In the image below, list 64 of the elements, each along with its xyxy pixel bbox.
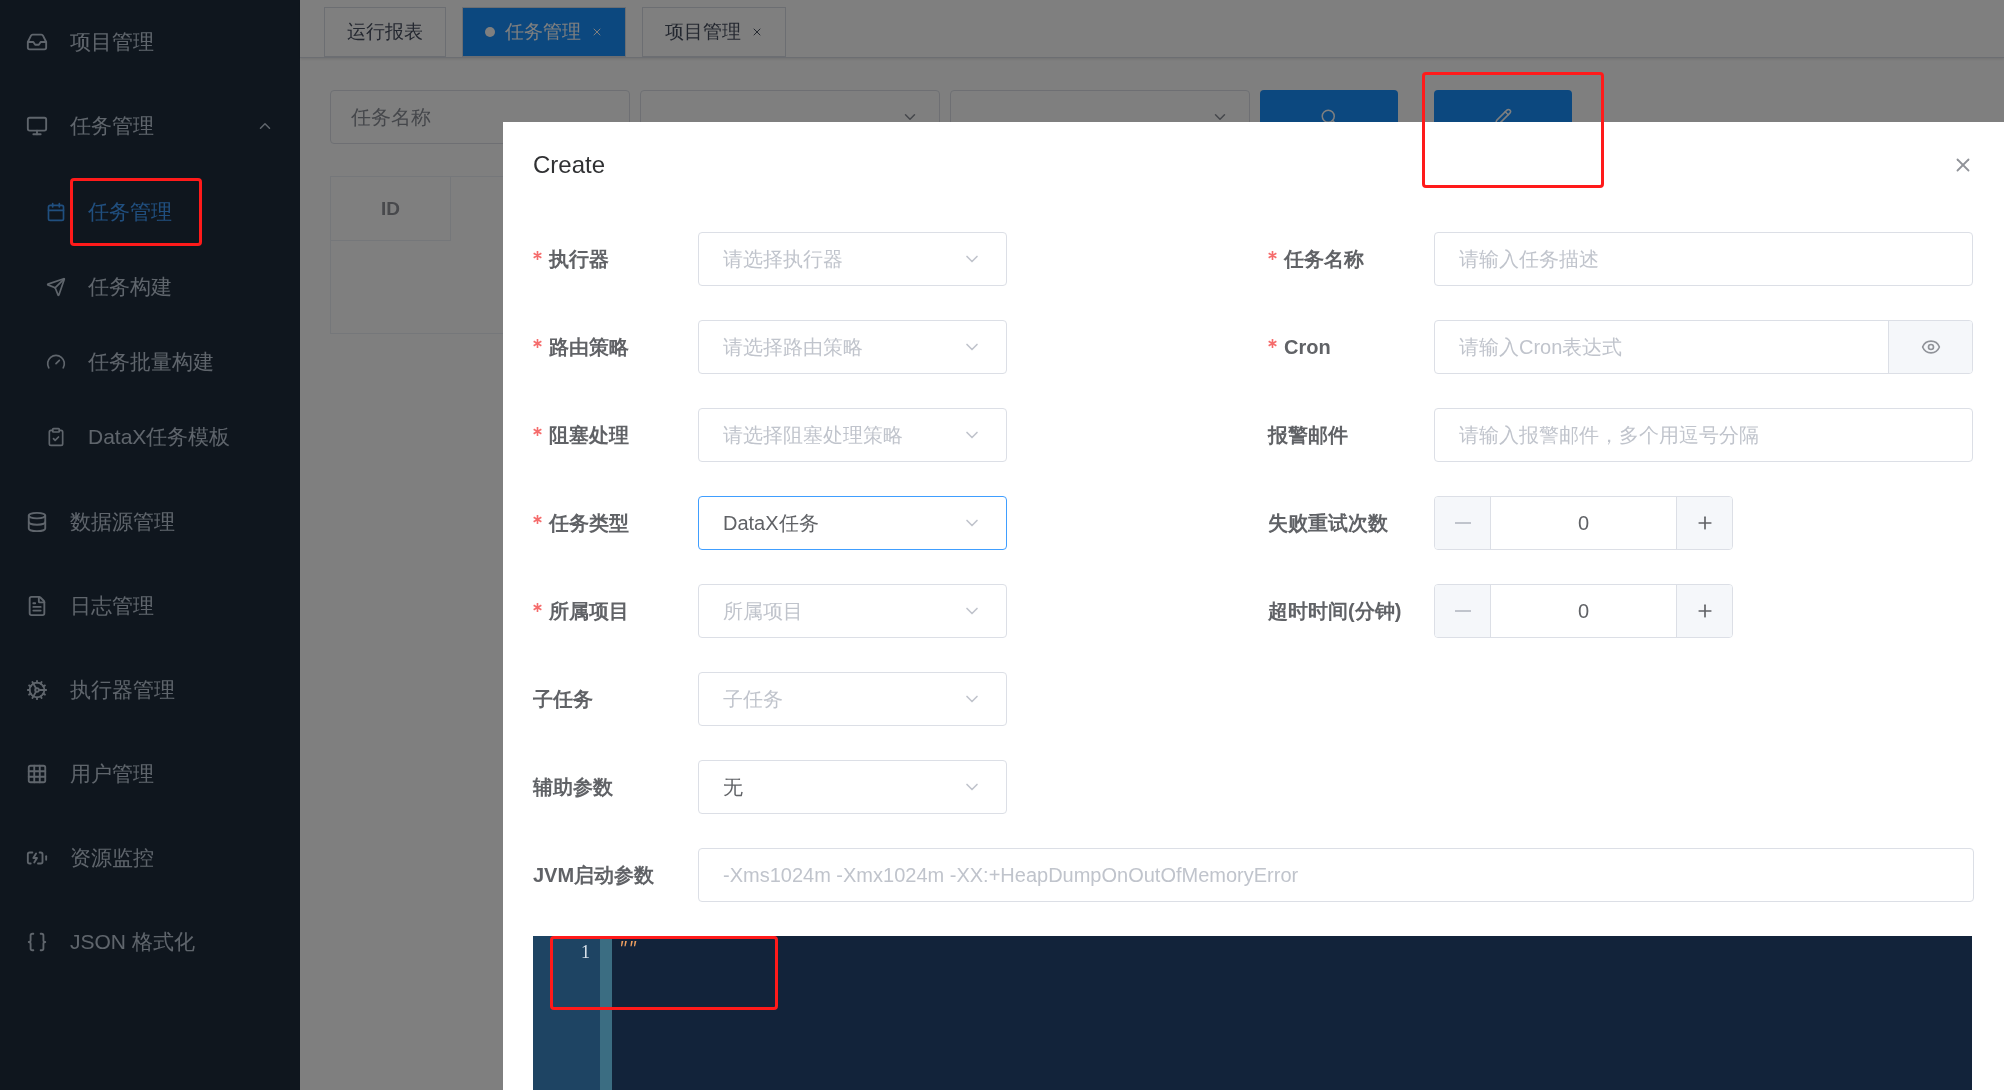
required-icon [533, 426, 542, 436]
menu-item[interactable]: 数据源管理 [0, 480, 300, 564]
select-field[interactable]: 请选择路由策略 [698, 320, 1007, 374]
code-line: "" [617, 939, 639, 960]
required-icon [533, 602, 542, 612]
select-field[interactable]: 无 [698, 760, 1007, 814]
submenu-item[interactable]: 任务批量构建 [0, 324, 300, 399]
tab[interactable]: 运行报表 [324, 7, 446, 57]
menu-item[interactable]: 项目管理 [0, 0, 300, 84]
select-field[interactable]: 请选择执行器 [698, 232, 1007, 286]
required-icon [533, 250, 542, 260]
menu-item[interactable]: 资源监控 [0, 816, 300, 900]
field-label: 辅助参数 [533, 774, 614, 800]
field-label: 路由策略 [533, 333, 698, 361]
field-label: JVM启动参数 [533, 862, 656, 888]
monitor-icon [26, 115, 48, 137]
select-field[interactable]: 请选择阻塞处理策略 [698, 408, 1007, 462]
select-field[interactable]: 所属项目 [698, 584, 1007, 638]
menu-item[interactable]: 任务管理 [0, 84, 300, 168]
required-icon [1268, 250, 1277, 260]
braces-icon [26, 931, 48, 953]
field-label: Cron [1268, 335, 1434, 359]
database-icon [26, 511, 48, 533]
code-editor[interactable]: 1 "" [533, 936, 1972, 1090]
paper-plane-icon [46, 276, 66, 297]
dot-icon [485, 27, 495, 37]
inbox-icon [26, 31, 48, 53]
calendar-icon [46, 201, 66, 222]
cron-field[interactable]: 请输入Cron表达式 [1434, 320, 1973, 374]
input-field[interactable]: 请输入报警邮件，多个用逗号分隔 [1434, 408, 1973, 462]
field-label: 任务类型 [533, 509, 698, 537]
grid-icon [26, 763, 48, 785]
document-icon [26, 595, 48, 617]
submenu-item[interactable]: 任务构建 [0, 249, 300, 324]
submenu-item[interactable]: 任务管理 [0, 174, 300, 249]
tab[interactable]: 任务管理 [462, 7, 626, 57]
menu-item[interactable]: 日志管理 [0, 564, 300, 648]
required-icon [1268, 338, 1277, 348]
close-icon[interactable] [751, 26, 763, 38]
menu-item[interactable]: JSON 格式化 [0, 900, 300, 984]
field-label: 任务名称 [1268, 245, 1434, 273]
select-field[interactable]: DataX任务 [698, 496, 1007, 550]
required-icon [533, 338, 542, 348]
required-icon [533, 514, 542, 524]
close-icon[interactable] [591, 26, 603, 38]
menu-item[interactable]: 用户管理 [0, 732, 300, 816]
tab[interactable]: 项目管理 [642, 7, 786, 57]
field-label: 报警邮件 [1268, 422, 1349, 448]
minus-icon [1454, 610, 1471, 612]
field-label: 所属项目 [533, 597, 698, 625]
menu-item[interactable]: 执行器管理 [0, 648, 300, 732]
field-label: 子任务 [533, 686, 594, 712]
input-field[interactable]: 请输入任务描述 [1434, 232, 1973, 286]
select-field[interactable]: 子任务 [698, 672, 1007, 726]
field-label: 超时时间(分钟) [1268, 598, 1403, 624]
dialog-title: Create [533, 151, 606, 179]
clipboard-icon [46, 426, 66, 447]
field-label: 执行器 [533, 245, 698, 273]
submenu-item[interactable]: DataX任务模板 [0, 399, 300, 474]
line-number: 1 [581, 942, 590, 963]
field-label: 阻塞处理 [533, 421, 698, 449]
minus-icon [1454, 522, 1471, 524]
field-label: 失败重试次数 [1268, 510, 1389, 536]
input-field[interactable]: -Xms1024m -Xmx1024m -XX:+HeapDumpOnOutOfMemoryError [698, 848, 1974, 902]
